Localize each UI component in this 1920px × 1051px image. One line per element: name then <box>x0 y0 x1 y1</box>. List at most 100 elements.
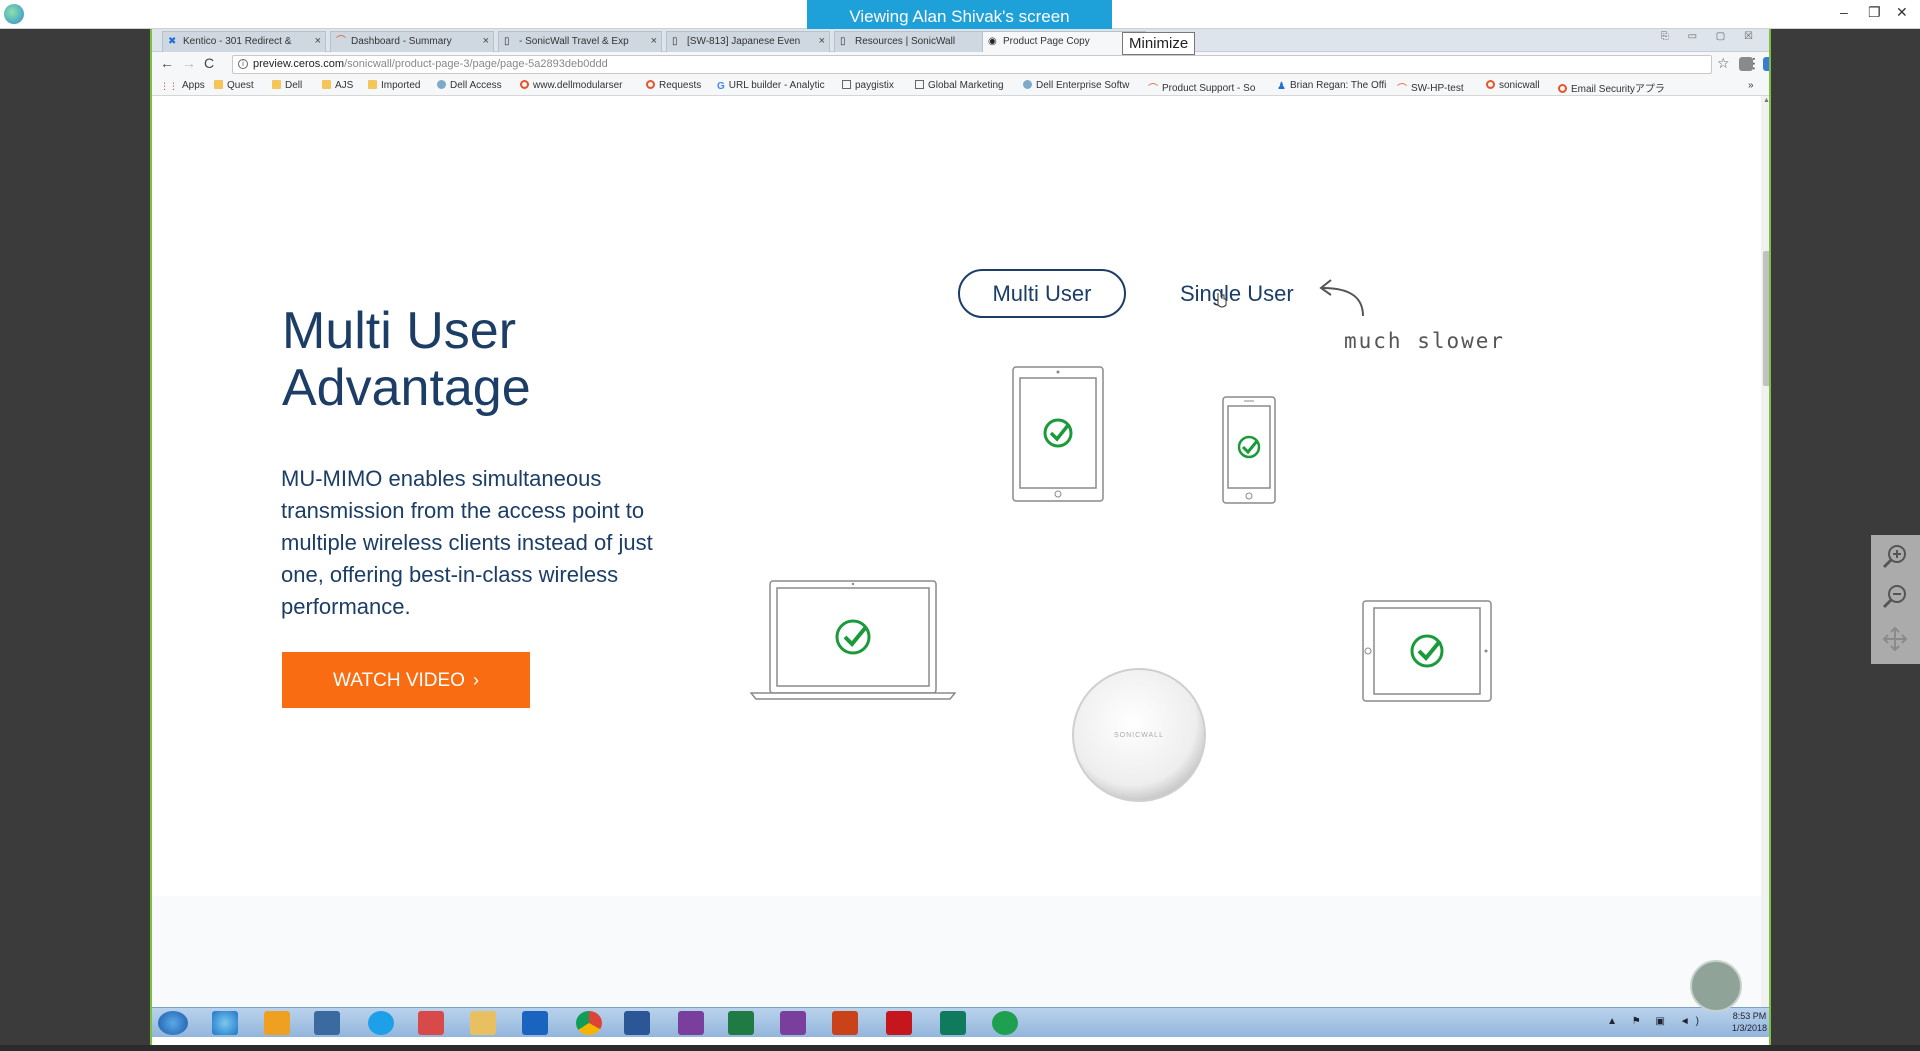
ring-icon <box>1486 80 1495 89</box>
tab-close-icon[interactable]: × <box>483 35 489 47</box>
skype-icon[interactable] <box>368 1011 394 1035</box>
tab-close-icon[interactable]: × <box>819 35 825 47</box>
laptop-device-icon <box>750 580 956 700</box>
bookmark-ajs[interactable]: AJS <box>322 80 353 91</box>
person-icon: ♟ <box>1277 81 1286 92</box>
url-input[interactable]: i preview.ceros.com/sonicwall/product-pa… <box>232 55 1712 74</box>
acrobat-icon[interactable] <box>886 1011 912 1035</box>
bookmark-apps[interactable]: ⋮⋮ Apps <box>160 80 205 91</box>
much-slower-annotation: much slower <box>1344 329 1506 353</box>
phone-device-icon <box>1222 396 1276 504</box>
tablet-device-icon <box>1012 366 1104 502</box>
browser-menu-icon[interactable]: ⋮ <box>1747 55 1761 72</box>
scroll-up-arrow[interactable]: ▲ <box>1763 97 1769 104</box>
viewer-chat-bubble-icon[interactable] <box>1690 960 1742 1012</box>
globe-icon <box>1023 80 1032 89</box>
zoom-in-icon[interactable] <box>1881 543 1909 571</box>
start-button[interactable] <box>158 1011 188 1035</box>
bookmark-requests[interactable]: Requests <box>646 80 701 91</box>
move-icon[interactable] <box>1881 625 1909 653</box>
multi-user-toggle[interactable]: Multi User <box>958 269 1126 318</box>
chrome-icon[interactable] <box>576 1011 602 1035</box>
sway-icon[interactable] <box>940 1011 966 1035</box>
page-icon <box>915 80 924 89</box>
remote-viewer-icon[interactable] <box>992 1011 1018 1035</box>
page-title: Multi User Advantage <box>282 302 531 417</box>
viewer-maximize-button[interactable]: ❐ <box>1868 4 1881 21</box>
chevron-right-icon: › <box>472 670 479 690</box>
tab-kentico[interactable]: ✖ Kentico - 301 Redirect & × <box>162 31 326 52</box>
file-explorer-icon[interactable] <box>470 1011 496 1035</box>
feature-description: MU-MIMO enables simultaneous transmissio… <box>281 466 653 619</box>
back-button[interactable]: ← <box>160 55 174 71</box>
curved-arrow-icon <box>1319 279 1364 317</box>
swoosh-icon: ⌒ <box>1397 84 1407 95</box>
bookmarks-bar: ⋮⋮ Apps Quest Dell AJS Imported Dell Acce… <box>152 76 1769 96</box>
bookmark-global-marketing[interactable]: Global Marketing <box>915 80 1004 91</box>
info-icon[interactable]: i <box>238 59 248 69</box>
bookmark-sw-hp-test[interactable]: ⌒ SW-HP-test <box>1397 80 1464 95</box>
reload-button[interactable]: C <box>204 55 214 71</box>
snipping-tool-icon[interactable] <box>418 1011 444 1035</box>
product-page: Multi User Advantage MU-MIMO enables sim… <box>152 96 1761 1037</box>
extension-icon[interactable] <box>1763 57 1769 71</box>
viewer-close-button[interactable]: ✕ <box>1896 4 1908 21</box>
bookmark-url-builder[interactable]: G URL builder - Analytic <box>717 80 825 92</box>
folder-icon <box>322 80 331 89</box>
bookmark-imported[interactable]: Imported <box>368 80 420 91</box>
excel-icon[interactable] <box>728 1011 754 1035</box>
browser-tab-strip: ✖ Kentico - 301 Redirect & × ⌒ Dashboard… <box>152 29 1769 52</box>
page-icon <box>842 80 851 89</box>
bookmark-dell[interactable]: Dell <box>272 80 302 91</box>
zoom-control-panel <box>1871 535 1920 664</box>
media-player-icon[interactable] <box>264 1011 290 1035</box>
outlook-icon[interactable] <box>522 1011 548 1035</box>
viewer-bottom-bar <box>0 1045 1920 1051</box>
page-icon: ▯ <box>672 36 678 47</box>
tray-icons[interactable]: ▲ ⚑ ▣ ◄) <box>1607 1016 1705 1027</box>
folder-icon <box>214 80 223 89</box>
tab-resources[interactable]: ▯ Resources | SonicWall × <box>834 31 998 52</box>
powerpoint-icon[interactable] <box>832 1011 858 1035</box>
bookmark-dell-access[interactable]: Dell Access <box>437 80 502 91</box>
zoom-out-icon[interactable] <box>1881 583 1909 611</box>
access-point-icon: SONICWALL <box>1072 668 1206 802</box>
scrollbar-thumb[interactable] <box>1763 251 1769 386</box>
page-icon: ▯ <box>840 36 846 47</box>
tab-travel[interactable]: ▯ - SonicWall Travel & Exp × <box>498 31 662 52</box>
tab-close-icon[interactable]: × <box>651 35 657 47</box>
bookmark-star-icon[interactable]: ☆ <box>1717 55 1730 72</box>
remote-window-controls[interactable]: ⎘ ▭ ▢ ☒ <box>1661 31 1761 42</box>
bookmarks-overflow-icon[interactable]: » <box>1748 80 1754 91</box>
word-icon[interactable] <box>624 1011 650 1035</box>
bookmark-paygistix[interactable]: paygistix <box>842 80 894 91</box>
bookmark-brian-regan[interactable]: ♟ Brian Regan: The Offi <box>1277 80 1386 92</box>
bookmark-email-security[interactable]: Email Securityアプラ <box>1558 80 1665 95</box>
bookmark-dell-enterprise[interactable]: Dell Enterprise Softw <box>1023 80 1129 91</box>
ie-icon[interactable] <box>212 1011 238 1035</box>
page-icon: ▯ <box>504 36 510 47</box>
apps-grid-icon: ⋮⋮ <box>160 81 178 91</box>
tab-sw813[interactable]: ▯ [SW-813] Japanese Even × <box>666 31 830 52</box>
bookmark-quest[interactable]: Quest <box>214 80 254 91</box>
folder-icon <box>272 80 281 89</box>
bookmark-sonicwall[interactable]: sonicwall <box>1486 80 1540 91</box>
page-scrollbar[interactable]: ▲ ▼ <box>1761 96 1769 1037</box>
network-icon[interactable] <box>314 1011 340 1035</box>
single-user-toggle[interactable]: Single User <box>1180 271 1294 316</box>
watch-video-button[interactable]: WATCH VIDEO › <box>282 652 530 708</box>
onenote-icon[interactable] <box>780 1011 806 1035</box>
bookmark-dellmodular[interactable]: www.dellmodularser <box>520 80 622 91</box>
cursor-icon <box>1217 293 1227 308</box>
tab-close-icon[interactable]: × <box>315 35 321 47</box>
folder-icon <box>368 80 377 89</box>
onenote-icon[interactable] <box>678 1011 704 1035</box>
forward-button[interactable]: → <box>182 55 196 71</box>
remote-screen: ✖ Kentico - 301 Redirect & × ⌒ Dashboard… <box>150 29 1771 1045</box>
viewer-minimize-button[interactable]: – <box>1840 4 1848 20</box>
bookmark-product-support[interactable]: ⌒ Product Support - So <box>1148 80 1255 95</box>
windows-taskbar: ▲ ⚑ ▣ ◄) 8:53 PM 1/3/2018 <box>152 1007 1769 1037</box>
browser-toolbar: ← → C i preview.ceros.com/sonicwall/prod… <box>152 52 1769 76</box>
system-clock[interactable]: 8:53 PM 1/3/2018 <box>1732 1010 1767 1034</box>
tab-dashboard[interactable]: ⌒ Dashboard - Summary × <box>330 31 494 52</box>
